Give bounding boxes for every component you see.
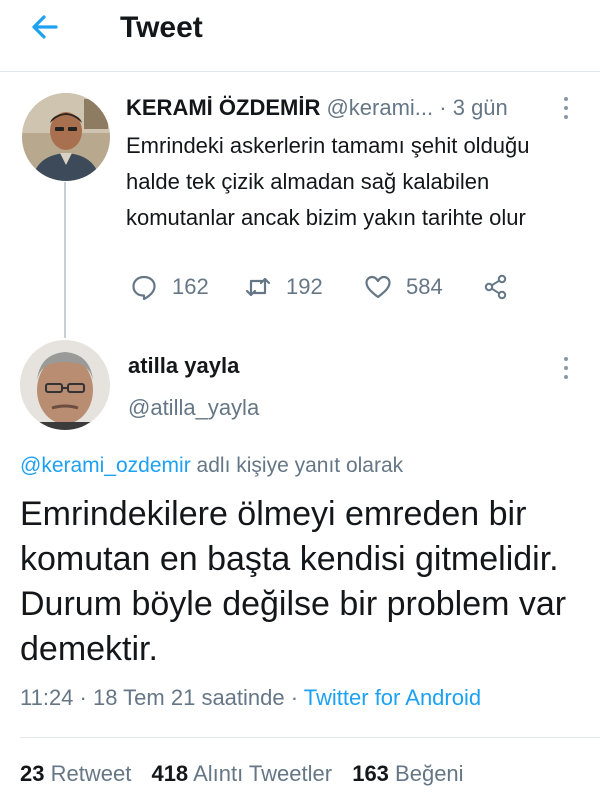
tweet-actions: 162 192 584 — [126, 270, 546, 304]
back-button[interactable] — [24, 10, 72, 44]
like-count: 584 — [406, 274, 443, 299]
separator-dot: · — [79, 685, 87, 710]
separator-dot: · — [439, 95, 447, 120]
avatar-photo — [20, 340, 110, 430]
replying-to: @kerami_ozdemir adlı kişiye yanıt olarak — [20, 451, 403, 481]
quotes-label: Alıntı Tweetler — [193, 761, 333, 786]
retweet-count: 192 — [286, 274, 323, 299]
author-name[interactable]: atilla yayla — [128, 351, 239, 381]
tweet-time[interactable]: 3 gün — [453, 95, 508, 120]
share-button[interactable] — [482, 270, 510, 304]
mention-link[interactable]: @kerami_ozdemir — [20, 454, 191, 477]
retweet-icon — [245, 277, 271, 297]
reply-count: 162 — [172, 274, 209, 299]
tweet-meta: 11:24 · 18 Tem 21 saatinde · Twitter for… — [20, 683, 481, 713]
tweet-date: 18 Tem 21 saatinde — [93, 685, 285, 710]
retweets-label: Retweet — [50, 761, 132, 786]
reply-icon — [132, 275, 156, 301]
share-icon — [484, 274, 507, 300]
reply-button[interactable]: 162 — [130, 270, 209, 304]
separator-dot: · — [290, 685, 299, 710]
parent-tweet-text: Emrindeki askerlerin tamamı şehit olduğu… — [126, 133, 530, 230]
divider — [20, 737, 600, 738]
parent-tweet-header: KERAMİ ÖZDEMİR @kerami... · 3 gün — [126, 93, 546, 123]
retweets-count: 23 — [20, 761, 45, 786]
page-title: Tweet — [120, 11, 203, 44]
thread-connector — [64, 182, 66, 338]
author-name[interactable]: KERAMİ ÖZDEMİR — [126, 95, 320, 120]
quotes-count: 418 — [151, 761, 189, 786]
top-bar: Tweet — [0, 0, 600, 72]
replying-label: adlı kişiye yanıt olarak — [196, 454, 404, 477]
arrow-left-icon — [32, 15, 58, 39]
tweet-stats: 23 Retweet 418 Alıntı Tweetler 163 Beğen… — [20, 759, 478, 789]
source-link[interactable]: Twitter for Android — [304, 685, 481, 710]
like-button[interactable]: 584 — [364, 270, 443, 304]
quotes-stat[interactable]: 418 Alıntı Tweetler — [151, 759, 332, 789]
retweet-button[interactable]: 192 — [244, 270, 323, 304]
heart-icon — [365, 275, 391, 299]
main-tweet-text: Emrindekilere ölmeyi emreden bir komutan… — [20, 495, 567, 668]
retweets-stat[interactable]: 23 Retweet — [20, 759, 131, 789]
tweet-time: 11:24 — [20, 685, 74, 710]
likes-label: Beğeni — [395, 761, 464, 786]
likes-stat[interactable]: 163 Beğeni — [352, 759, 463, 789]
more-options-icon[interactable] — [556, 353, 576, 383]
author-handle[interactable]: @kerami... — [326, 95, 433, 120]
more-options-icon[interactable] — [556, 93, 576, 123]
avatar[interactable] — [22, 93, 110, 181]
likes-count: 163 — [352, 761, 389, 786]
avatar-photo — [22, 93, 110, 181]
author-handle[interactable]: @atilla_yayla — [128, 393, 259, 423]
avatar[interactable] — [20, 340, 110, 430]
